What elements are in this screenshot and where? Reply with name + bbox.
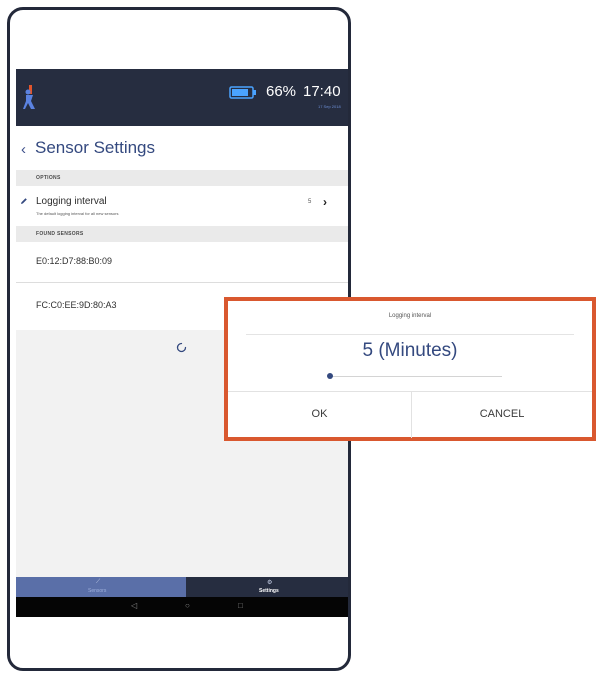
graph-icon: ⟋ [96, 579, 101, 585]
section-header-found-sensors: FOUND SENSORS [16, 226, 348, 242]
logging-interval-value: 5 [308, 199, 312, 205]
sensor-address: E0:12:D7:88:B0:09 [36, 256, 113, 266]
dialog-title: Logging interval [388, 313, 432, 319]
system-nav-bar: ◁ ○ □ [16, 597, 348, 617]
logging-interval-row[interactable]: Logging interval The default logging int… [16, 186, 348, 226]
dialog-buttons: OK CANCEL [228, 391, 592, 438]
app-logo-icon [23, 85, 35, 109]
chevron-right-icon: › [323, 195, 327, 209]
title-bar: ‹ Sensor Settings [16, 126, 348, 170]
nav-tab-settings[interactable]: ⚙ Settings [186, 577, 348, 597]
clock-date: 17 Sep 2018 [318, 104, 341, 109]
gear-icon: ⚙ [267, 580, 273, 586]
battery-percent: 66% [266, 83, 297, 100]
dialog-value: 5 (Minutes) [362, 340, 458, 361]
pencil-icon [21, 198, 27, 204]
battery-icon [229, 86, 256, 99]
logging-interval-subtitle: The default logging interval for all new… [36, 211, 119, 216]
home-circle-icon[interactable]: ○ [185, 601, 190, 610]
nav-tab-sensors[interactable]: ⟋ Sensors [16, 577, 186, 597]
ok-button[interactable]: OK [228, 392, 412, 438]
section-header-options: OPTIONS [16, 170, 348, 186]
logging-interval-title: Logging interval [36, 196, 107, 207]
logging-interval-dialog: Logging interval 5 (Minutes) OK CANCEL [224, 297, 596, 441]
page-title: Sensor Settings [35, 138, 156, 157]
back-triangle-icon[interactable]: ◁ [131, 601, 137, 610]
recents-square-icon[interactable]: □ [238, 601, 243, 610]
nav-settings-label: Settings [259, 588, 279, 594]
interval-slider[interactable] [328, 376, 502, 377]
divider [246, 334, 574, 335]
status-bar: 66% 17:40 17 Sep 2018 [16, 69, 348, 126]
slider-thumb[interactable] [327, 373, 333, 379]
bottom-nav: ⟋ Sensors ⚙ Settings [16, 577, 348, 597]
back-button[interactable]: ‹ [21, 141, 26, 158]
clock: 17:40 [303, 83, 341, 100]
sensor-row[interactable]: E0:12:D7:88:B0:09 [16, 242, 348, 282]
cancel-button[interactable]: CANCEL [412, 392, 592, 438]
spinner-icon [176, 342, 187, 353]
nav-sensors-label: Sensors [88, 588, 107, 594]
sensor-address: FC:C0:EE:9D:80:A3 [36, 300, 117, 310]
